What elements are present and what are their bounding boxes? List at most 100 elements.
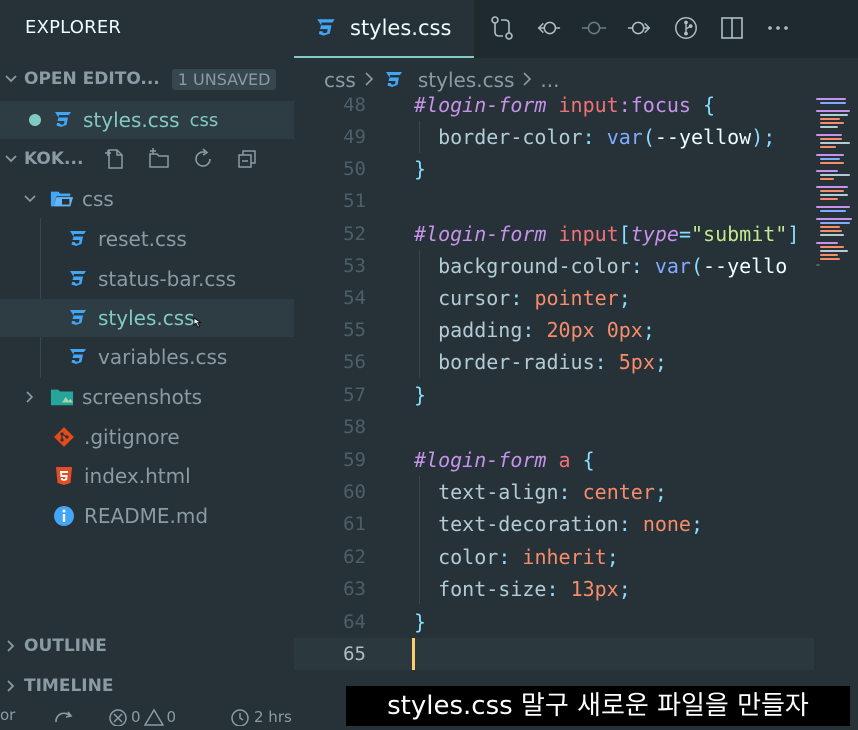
code-line: 52 #login-form input[type="submit"] — [294, 218, 814, 250]
code-line: 61 text-decoration: none; — [294, 508, 814, 540]
line-text: border-color: var(--yellow); — [438, 125, 776, 149]
line-number: 54 — [343, 287, 366, 309]
chevron-down-icon — [4, 72, 18, 86]
tab-label: styles.css — [350, 16, 452, 40]
code-line: 63 font-size: 13px; — [294, 573, 814, 605]
line-number: 49 — [343, 126, 366, 148]
chevron-down-icon — [4, 152, 18, 166]
open-editor-item[interactable]: styles.css css — [0, 101, 294, 139]
info-icon — [52, 504, 76, 528]
git-graph-icon[interactable] — [673, 14, 699, 42]
line-text: border-radius: 5px; — [438, 350, 667, 374]
unsaved-badge: 1 UNSAVED — [171, 68, 277, 90]
explorer-sidebar: EXPLORER OPEN EDITO... 1 UNSAVED styles.… — [0, 0, 294, 726]
open-editors-header[interactable]: OPEN EDITO... 1 UNSAVED — [0, 63, 294, 95]
tree-item-screenshots-folder[interactable]: screenshots — [0, 378, 294, 416]
line-number: 55 — [343, 319, 366, 341]
code-editor[interactable]: 48 #login-form input:focus { 49 border-c… — [294, 88, 814, 688]
refresh-icon[interactable] — [191, 147, 215, 171]
tree-item-styles-css[interactable]: styles.css — [0, 299, 294, 337]
project-header[interactable]: KOK... — [0, 143, 294, 175]
code-line: 49 border-color: var(--yellow); — [294, 121, 814, 153]
new-file-icon[interactable] — [103, 147, 127, 171]
tree-item-reset-css[interactable]: reset.css — [0, 220, 294, 258]
git-icon — [52, 425, 76, 449]
tree-item-index-html[interactable]: index.html — [0, 457, 294, 495]
line-text: } — [414, 157, 427, 181]
tree-item-label: status-bar.css — [98, 267, 237, 291]
chevron-down-icon — [22, 191, 38, 207]
mouse-pointer-icon — [191, 311, 203, 335]
minimap[interactable] — [814, 88, 858, 688]
tree-item-variables-css[interactable]: variables.css — [0, 338, 294, 376]
outline-label: OUTLINE — [24, 636, 107, 656]
code-line: 62 color: inherit; — [294, 541, 814, 573]
video-subtitle: styles.css 말구 새로운 파일을 만들자 — [346, 686, 850, 726]
line-number: 50 — [343, 158, 366, 180]
line-number: 48 — [343, 94, 366, 116]
line-number: 56 — [343, 351, 366, 373]
line-text: font-size: 13px; — [438, 577, 631, 601]
outline-header[interactable]: OUTLINE — [0, 630, 294, 662]
status-left-text[interactable]: or — [0, 706, 15, 724]
next-change-icon[interactable] — [627, 14, 653, 42]
open-file-folder: css — [189, 109, 219, 131]
chevron-right-icon — [4, 679, 18, 693]
editor-actions — [489, 14, 791, 42]
code-line: 57 } — [294, 379, 814, 411]
tree-item-css-folder[interactable]: css — [0, 180, 294, 218]
tree-item-label: reset.css — [98, 227, 187, 251]
previous-change-icon[interactable] — [535, 14, 561, 42]
clock-icon — [231, 709, 249, 726]
line-number: 60 — [343, 481, 366, 503]
code-line: 48 #login-form input:focus { — [294, 89, 814, 121]
collapse-all-icon[interactable] — [235, 147, 259, 171]
tree-item-gitignore[interactable]: .gitignore — [0, 418, 294, 456]
line-number: 64 — [343, 611, 366, 633]
code-line: 55 padding: 20px 0px; — [294, 314, 814, 346]
line-number: 59 — [343, 449, 366, 471]
code-line: 64 } — [294, 606, 814, 638]
tree-item-label: index.html — [84, 464, 191, 488]
css-file-icon — [66, 267, 90, 291]
timeline-label: TIMELINE — [24, 676, 114, 696]
new-folder-icon[interactable] — [147, 147, 171, 171]
line-text: padding: 20px 0px; — [438, 318, 655, 342]
open-editors-label: OPEN EDITO... — [24, 69, 160, 89]
compare-changes-icon[interactable] — [489, 14, 515, 42]
warning-icon — [143, 708, 164, 726]
line-number: 57 — [343, 384, 366, 406]
unsaved-dot-icon[interactable] — [29, 114, 41, 126]
line-text: text-decoration: none; — [438, 512, 704, 536]
line-text: #login-form input[type="submit"] — [414, 222, 800, 246]
split-editor-icon[interactable] — [719, 14, 745, 42]
code-line: 60 text-align: center; — [294, 476, 814, 508]
line-text: } — [414, 610, 427, 634]
css-file-icon — [66, 227, 90, 251]
html-file-icon — [52, 464, 76, 488]
line-number: 62 — [343, 546, 366, 568]
timeline-header[interactable]: TIMELINE — [0, 670, 294, 702]
open-file-name: styles.css — [83, 108, 180, 132]
css-file-icon — [66, 306, 90, 330]
line-number: 53 — [343, 255, 366, 277]
problems-indicator[interactable]: 0 0 — [108, 708, 176, 726]
css-file-icon — [314, 16, 338, 40]
revert-change-icon[interactable] — [581, 14, 607, 42]
line-text: #login-form input:focus { — [414, 93, 716, 117]
sync-icon[interactable] — [52, 708, 76, 730]
tree-item-status-bar-css[interactable]: status-bar.css — [0, 260, 294, 298]
line-text: text-align: center; — [438, 480, 667, 504]
code-line: 50 } — [294, 153, 814, 185]
editor-tab-bar: styles.css — [294, 0, 858, 58]
code-line: 56 border-radius: 5px; — [294, 346, 814, 378]
line-text: background-color: var(--yello — [438, 254, 788, 278]
tree-item-readme[interactable]: README.md — [0, 497, 294, 535]
error-count: 0 — [131, 708, 141, 726]
tree-item-label: variables.css — [98, 345, 228, 369]
folder-images-icon — [50, 385, 74, 409]
line-number: 51 — [343, 190, 366, 212]
more-actions-icon[interactable] — [765, 14, 791, 42]
time-tracker[interactable]: 2 hrs — [230, 708, 292, 726]
tab-styles-css[interactable]: styles.css — [294, 0, 474, 58]
